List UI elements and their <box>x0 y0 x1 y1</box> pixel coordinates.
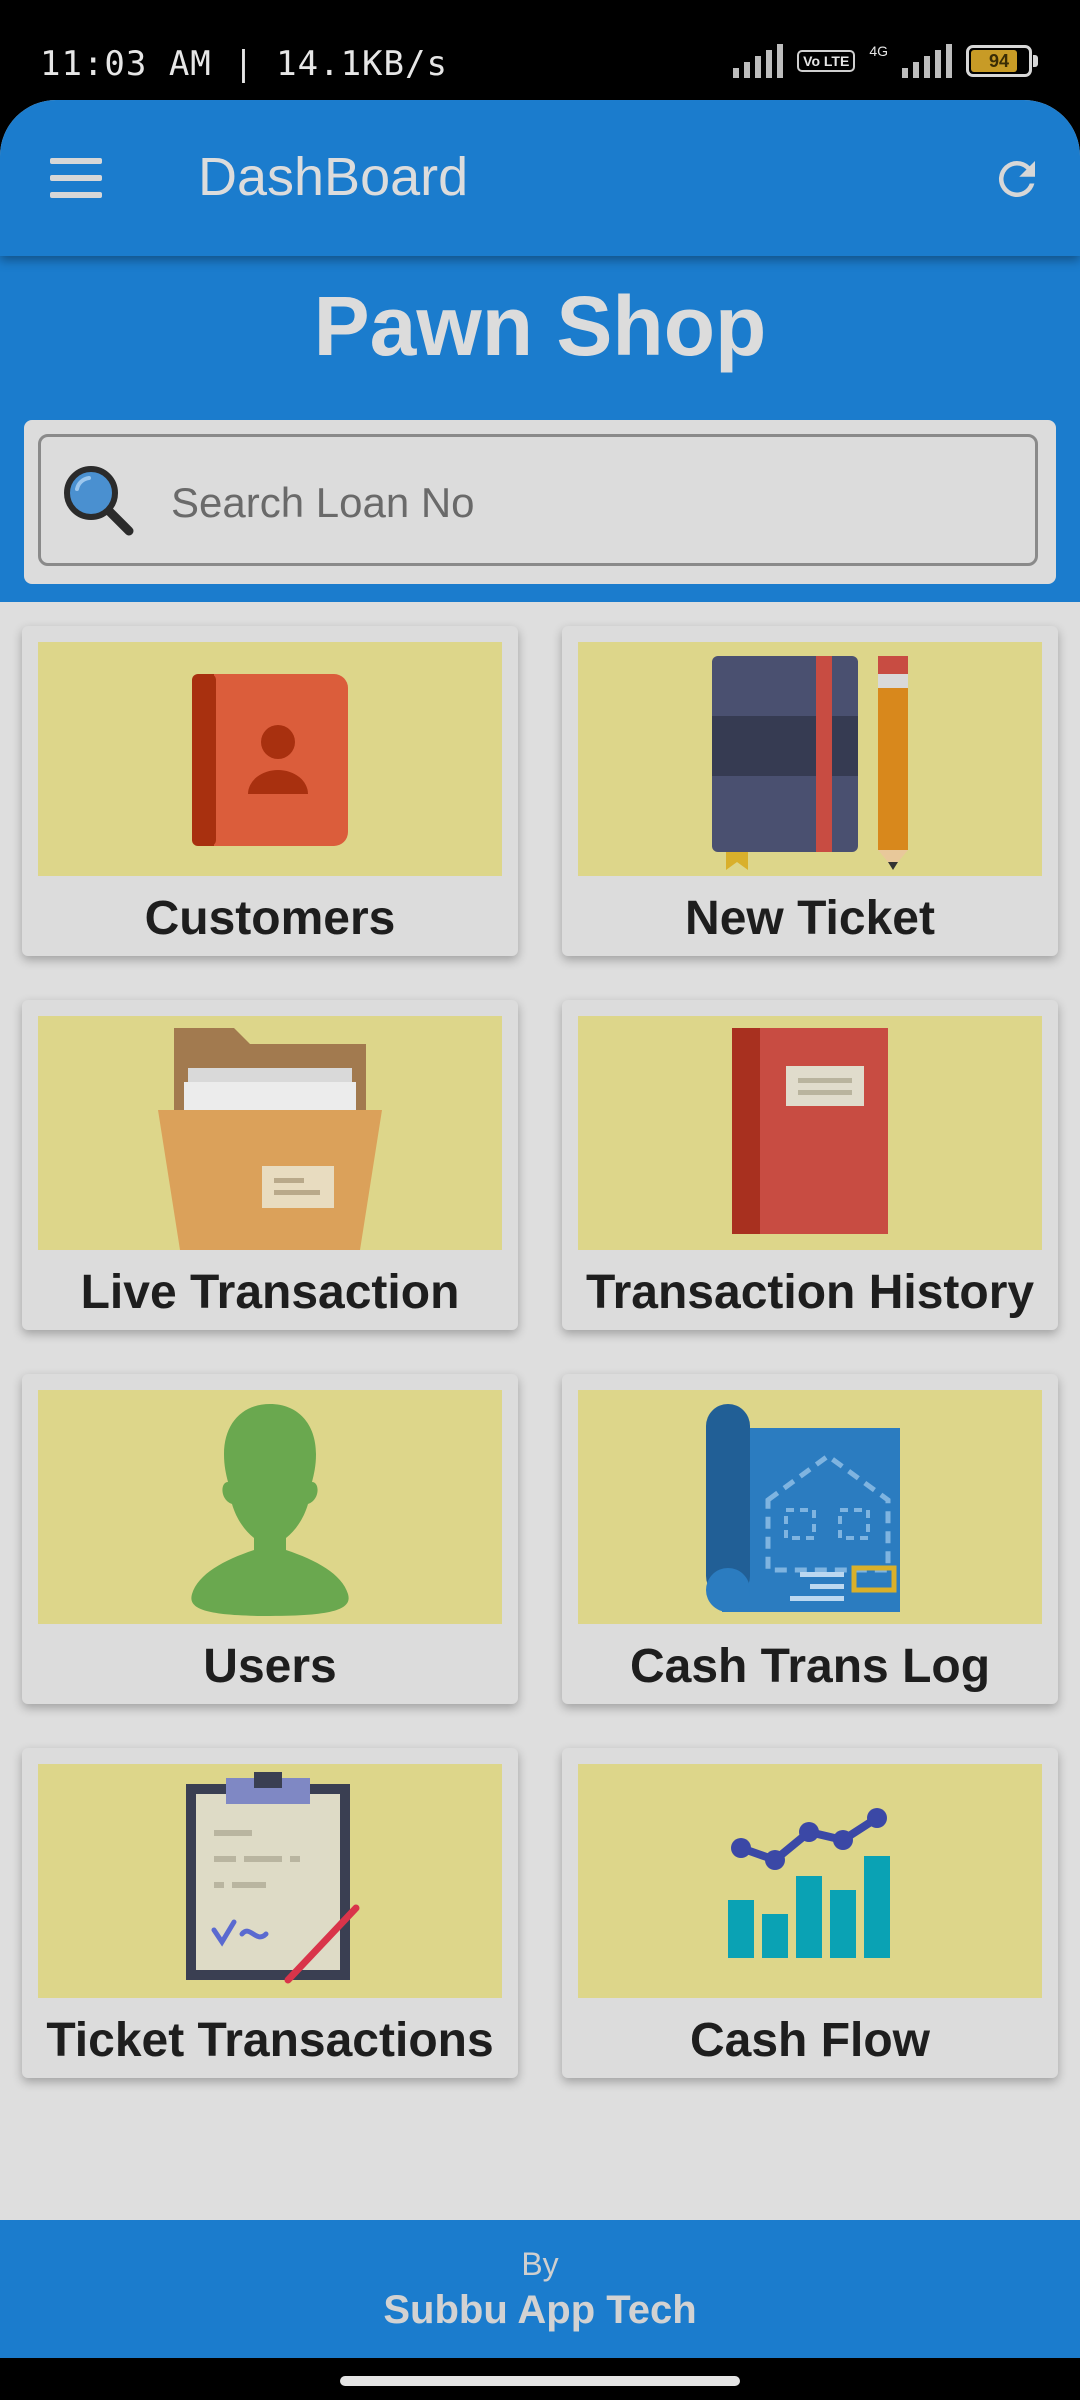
tile-label: New Ticket <box>685 892 935 945</box>
system-nav-bar <box>0 2358 1080 2400</box>
tile-label: Ticket Transactions <box>46 2014 494 2067</box>
user-silhouette-icon <box>191 1404 349 1616</box>
tile-label: Customers <box>144 892 396 945</box>
tile-image <box>38 642 502 876</box>
search-card <box>24 420 1056 584</box>
clipboard-icon <box>186 1772 360 1984</box>
battery-icon: 94 <box>966 45 1038 77</box>
tile-label: Users <box>203 1640 337 1693</box>
tile-label: Cash Trans Log <box>629 1640 991 1693</box>
page-title: DashBoard <box>198 147 469 207</box>
status-time: 11:03 AM | 14.1KB/s <box>40 44 448 84</box>
tile-image <box>578 1764 1042 1998</box>
tile-image <box>578 642 1042 876</box>
tile-image <box>38 1016 502 1250</box>
notebook-pencil-icon <box>712 656 908 870</box>
battery-level: 94 <box>988 50 1010 71</box>
network-type: 4G <box>869 43 888 59</box>
signal-icon <box>733 44 784 78</box>
tile-image <box>38 1390 502 1624</box>
search-icon <box>64 466 134 536</box>
tile-live-transaction[interactable]: Live Transaction <box>22 1000 518 1330</box>
app-screen: DashBoard Pawn Shop Search Loan No Custo… <box>0 100 1080 2358</box>
tile-image <box>38 1764 502 1998</box>
tile-label: Transaction History <box>585 1266 1035 1319</box>
footer: By Subbu App Tech <box>0 2220 1080 2358</box>
search-box[interactable] <box>38 434 1038 566</box>
app-bar: DashBoard <box>0 100 1080 256</box>
footer-by: By <box>521 2246 559 2282</box>
red-book-icon <box>732 1028 888 1234</box>
header-panel: Pawn Shop <box>0 256 1080 602</box>
refresh-icon[interactable] <box>990 152 1044 206</box>
address-book-icon <box>192 674 348 846</box>
tile-new-ticket[interactable]: New Ticket <box>562 626 1058 956</box>
tile-label: Live Transaction <box>80 1266 460 1319</box>
tile-transaction-history[interactable]: Transaction History <box>562 1000 1058 1330</box>
volte-badge: Vo LTE <box>797 50 856 72</box>
signal-icon-2 <box>902 44 952 78</box>
menu-icon[interactable] <box>50 158 102 198</box>
tile-label: Cash Flow <box>689 2014 931 2067</box>
search-input[interactable] <box>169 467 993 539</box>
footer-brand: Subbu App Tech <box>383 2288 697 2332</box>
tile-image <box>578 1016 1042 1250</box>
tile-users[interactable]: Users <box>22 1374 518 1704</box>
home-gesture-handle[interactable] <box>340 2376 740 2386</box>
tile-image <box>578 1390 1042 1624</box>
bar-line-chart-icon <box>728 1808 890 1958</box>
tile-cash-trans-log[interactable]: Cash Trans Log <box>562 1374 1058 1704</box>
tile-customers[interactable]: Customers <box>22 626 518 956</box>
tile-cash-flow[interactable]: Cash Flow <box>562 1748 1058 2078</box>
status-icons: Vo LTE 4G 94 <box>733 43 1038 78</box>
status-bar: 11:03 AM | 14.1KB/s Vo LTE 4G 94 <box>0 0 1080 100</box>
blueprint-icon <box>706 1404 900 1612</box>
tile-ticket-transactions[interactable]: Ticket Transactions <box>22 1748 518 2078</box>
file-folder-icon <box>158 1028 382 1250</box>
shop-title: Pawn Shop <box>313 279 767 373</box>
